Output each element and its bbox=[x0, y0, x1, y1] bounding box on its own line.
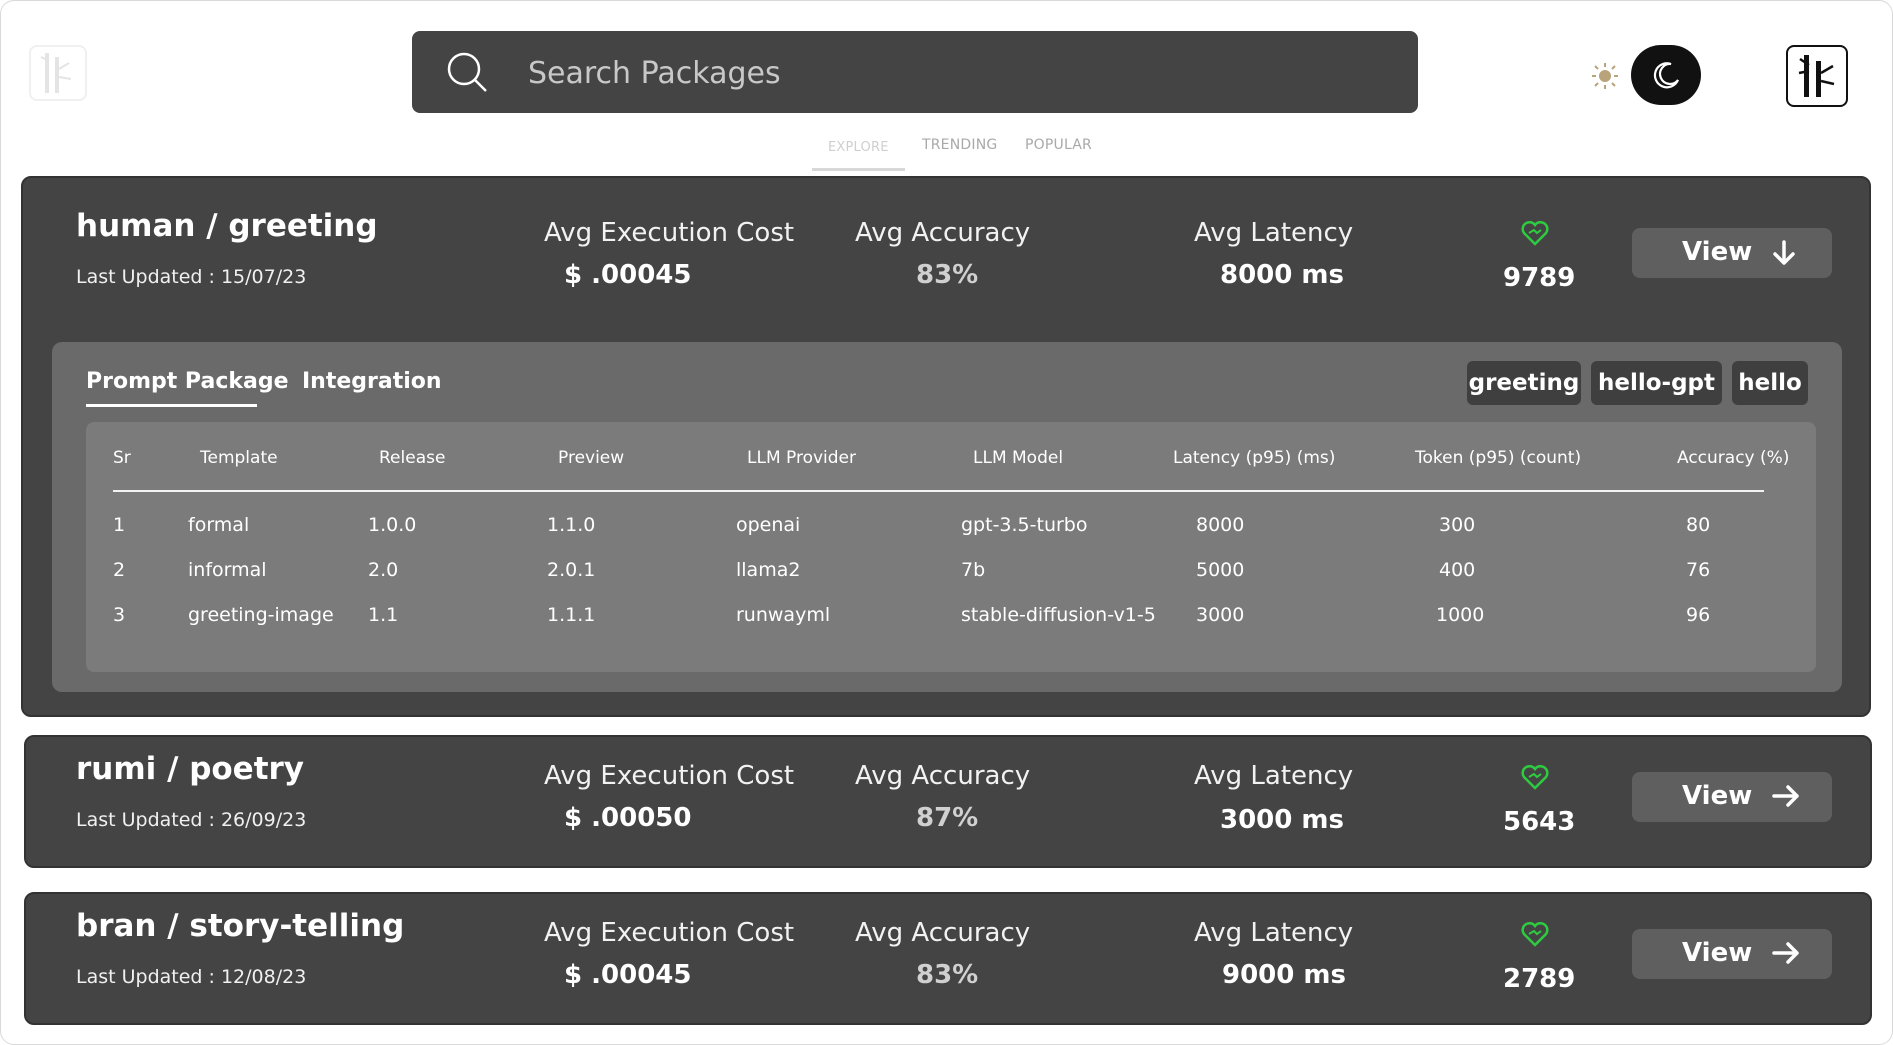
view-button-label: View bbox=[1682, 237, 1753, 267]
last-updated: Last Updated : 15/07/23 bbox=[76, 266, 307, 288]
table-cell: 2.0.1 bbox=[547, 559, 596, 581]
package-name[interactable]: bran / story-telling bbox=[76, 908, 404, 944]
sun-icon[interactable] bbox=[1590, 61, 1620, 91]
package-name[interactable]: human / greeting bbox=[76, 208, 378, 244]
arrow-right-icon bbox=[1772, 942, 1799, 964]
column-header: Release bbox=[379, 448, 446, 468]
latency-label: Avg Latency bbox=[1194, 218, 1354, 248]
package-card-rumi-poetry[interactable]: rumi / poetry Last Updated : 26/09/23 Av… bbox=[24, 735, 1872, 868]
view-button[interactable]: View bbox=[1632, 772, 1832, 822]
table-cell: 80 bbox=[1686, 514, 1711, 536]
table-cell: 1.1.1 bbox=[547, 604, 596, 626]
table-cell: 400 bbox=[1439, 559, 1476, 581]
tag-hello-gpt[interactable]: hello-gpt bbox=[1591, 361, 1722, 405]
package-card-human-greeting[interactable]: human / greeting Last Updated : 15/07/23… bbox=[21, 176, 1871, 717]
tab-trending[interactable]: TRENDING bbox=[922, 137, 997, 153]
package-card-bran-story-telling[interactable]: bran / story-telling Last Updated : 12/0… bbox=[24, 892, 1872, 1025]
view-button-label: View bbox=[1682, 781, 1753, 811]
table-cell: 5000 bbox=[1196, 559, 1245, 581]
search-input[interactable] bbox=[526, 45, 1390, 101]
column-header: LLM Provider bbox=[747, 448, 857, 468]
table-cell: 3000 bbox=[1196, 604, 1245, 626]
table-cell: 2 bbox=[113, 559, 126, 581]
tab-integration[interactable]: Integration bbox=[302, 369, 442, 394]
table-cell: gpt-3.5-turbo bbox=[961, 514, 1088, 536]
accuracy-label: Avg Accuracy bbox=[855, 218, 1031, 248]
column-header: Preview bbox=[558, 448, 625, 468]
table-cell: 1.1 bbox=[368, 604, 399, 626]
tab-popular[interactable]: POPULAR bbox=[1025, 137, 1092, 153]
moon-icon bbox=[1653, 62, 1680, 89]
table-cell: 300 bbox=[1439, 514, 1476, 536]
latency-label: Avg Latency bbox=[1194, 918, 1354, 948]
likes-count: 9789 bbox=[1503, 263, 1576, 293]
latency-value: 3000 ms bbox=[1220, 805, 1344, 835]
cost-value: $ .00045 bbox=[564, 260, 692, 290]
tab-explore[interactable]: EXPLORE bbox=[828, 140, 889, 155]
table-cell: formal bbox=[188, 514, 250, 536]
arrow-down-icon bbox=[1773, 240, 1795, 265]
prompt-template-table: Sr Template Release Preview LLM Provider… bbox=[86, 422, 1816, 672]
cost-label: Avg Execution Cost bbox=[544, 918, 795, 948]
cost-value: $ .00045 bbox=[564, 960, 692, 990]
package-detail-panel: Prompt Package Integration greeting hell… bbox=[52, 342, 1842, 692]
search-bar[interactable] bbox=[412, 31, 1418, 113]
table-cell: 2.0 bbox=[368, 559, 399, 581]
accuracy-value: 87% bbox=[916, 803, 979, 833]
table-cell: 1000 bbox=[1436, 604, 1485, 626]
table-cell: stable-diffusion-v1-5 bbox=[961, 604, 1156, 626]
last-updated: Last Updated : 26/09/23 bbox=[76, 809, 307, 831]
table-cell: greeting-image bbox=[188, 604, 334, 626]
likes-count: 2789 bbox=[1503, 964, 1576, 994]
bamboo-logo-icon[interactable] bbox=[29, 45, 87, 101]
search-icon bbox=[447, 52, 487, 92]
tag-greeting[interactable]: greeting bbox=[1467, 361, 1581, 405]
column-header: Sr bbox=[113, 448, 131, 468]
detail-tab-indicator bbox=[86, 404, 257, 407]
latency-value: 8000 ms bbox=[1220, 260, 1344, 290]
table-cell: 1.0.0 bbox=[368, 514, 417, 536]
package-name[interactable]: rumi / poetry bbox=[76, 751, 304, 787]
tab-prompt-package[interactable]: Prompt Package bbox=[86, 369, 289, 394]
arrow-right-icon bbox=[1772, 785, 1799, 807]
tag-hello[interactable]: hello bbox=[1732, 361, 1808, 405]
table-cell: 3 bbox=[113, 604, 126, 626]
view-button-label: View bbox=[1682, 938, 1753, 968]
accuracy-label: Avg Accuracy bbox=[855, 761, 1031, 791]
table-cell: runwayml bbox=[736, 604, 831, 626]
accuracy-value: 83% bbox=[916, 960, 979, 990]
header-divider bbox=[113, 490, 1764, 492]
view-button[interactable]: View bbox=[1632, 929, 1832, 979]
last-updated: Last Updated : 12/08/23 bbox=[76, 966, 307, 988]
table-cell: 76 bbox=[1686, 559, 1711, 581]
active-tab-indicator bbox=[812, 168, 905, 171]
accuracy-value: 83% bbox=[916, 260, 979, 290]
latency-label: Avg Latency bbox=[1194, 761, 1354, 791]
column-header: Template bbox=[200, 448, 278, 468]
heart-icon[interactable] bbox=[1520, 919, 1550, 949]
table-cell: 1 bbox=[113, 514, 126, 536]
view-button[interactable]: View bbox=[1632, 228, 1832, 278]
column-header: LLM Model bbox=[973, 448, 1064, 468]
column-header: Accuracy (%) bbox=[1677, 448, 1790, 468]
table-cell: 1.1.0 bbox=[547, 514, 596, 536]
heart-icon[interactable] bbox=[1520, 218, 1550, 248]
column-header: Latency (p95) (ms) bbox=[1173, 448, 1336, 468]
table-cell: openai bbox=[736, 514, 801, 536]
table-cell: 8000 bbox=[1196, 514, 1245, 536]
table-cell: 7b bbox=[961, 559, 986, 581]
accuracy-label: Avg Accuracy bbox=[855, 918, 1031, 948]
latency-value: 9000 ms bbox=[1222, 960, 1346, 990]
cost-label: Avg Execution Cost bbox=[544, 761, 795, 791]
cost-value: $ .00050 bbox=[564, 803, 692, 833]
column-header: Token (p95) (count) bbox=[1415, 448, 1582, 468]
bamboo-profile-icon[interactable] bbox=[1786, 45, 1848, 107]
likes-count: 5643 bbox=[1503, 807, 1576, 837]
cost-label: Avg Execution Cost bbox=[544, 218, 795, 248]
dark-mode-toggle[interactable] bbox=[1631, 45, 1701, 105]
heart-icon[interactable] bbox=[1520, 762, 1550, 792]
table-cell: informal bbox=[188, 559, 267, 581]
table-cell: 96 bbox=[1686, 604, 1711, 626]
table-cell: llama2 bbox=[736, 559, 801, 581]
